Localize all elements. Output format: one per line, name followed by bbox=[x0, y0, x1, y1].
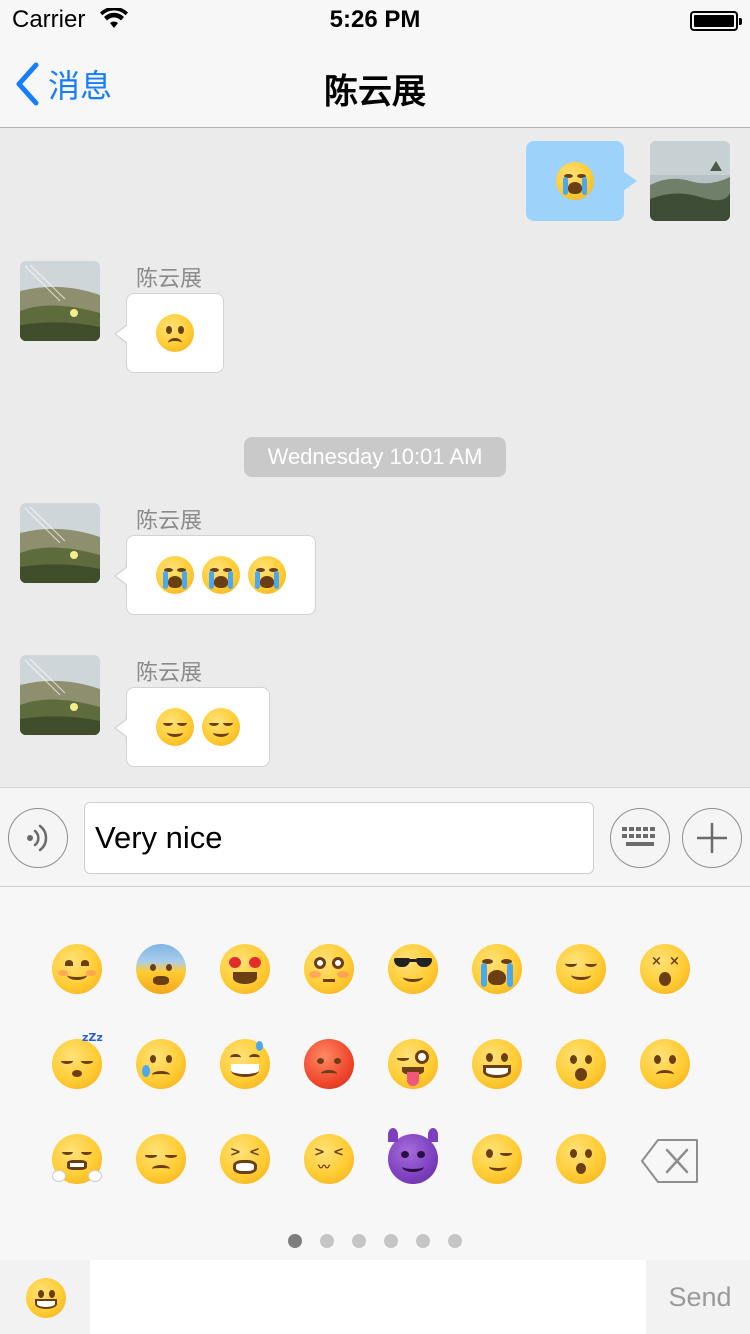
page-dot[interactable] bbox=[448, 1234, 462, 1248]
emoji-key-confounded-face[interactable]: > < 〰 bbox=[299, 1129, 359, 1189]
emoji-key-flushed-face[interactable] bbox=[299, 939, 359, 999]
my-avatar[interactable] bbox=[650, 141, 730, 221]
emoji-key-smiling-face[interactable] bbox=[47, 939, 107, 999]
emoji-key-worried-face[interactable] bbox=[635, 1034, 695, 1094]
emoji-bottom-bar: Send bbox=[0, 1260, 750, 1334]
loudly-crying-face-emoji bbox=[156, 556, 194, 594]
status-time: 5:26 PM bbox=[329, 6, 421, 33]
emoji-key-tired-face[interactable]: > < bbox=[215, 1129, 275, 1189]
page-dot[interactable] bbox=[384, 1234, 398, 1248]
relieved-face-emoji bbox=[156, 708, 194, 746]
page-dot[interactable] bbox=[320, 1234, 334, 1248]
more-button[interactable] bbox=[682, 808, 742, 868]
keyboard-icon bbox=[622, 827, 655, 846]
page-dot[interactable] bbox=[416, 1234, 430, 1248]
sender-name: 陈云展 bbox=[136, 509, 203, 534]
message-input[interactable]: Very nice bbox=[84, 802, 594, 874]
emoji-key-dizzy-face[interactable]: × × bbox=[635, 939, 695, 999]
keyboard-button[interactable] bbox=[610, 808, 670, 868]
send-button[interactable]: Send bbox=[650, 1260, 750, 1334]
contact-avatar[interactable] bbox=[20, 655, 100, 735]
emoji-key-triumph-face[interactable] bbox=[47, 1129, 107, 1189]
page-dot[interactable] bbox=[352, 1234, 366, 1248]
emoji-key-astonished-face[interactable] bbox=[551, 1129, 611, 1189]
emoji-key-sleeping-face[interactable]: zZz bbox=[47, 1031, 107, 1094]
outgoing-message-bubble[interactable] bbox=[526, 141, 637, 221]
loudly-crying-face-emoji bbox=[556, 162, 594, 200]
navigation-bar: 消息 陈云展 bbox=[0, 40, 750, 128]
emoji-key-loudly-crying-face[interactable] bbox=[467, 939, 527, 999]
voice-icon bbox=[27, 824, 48, 852]
incoming-message-bubble[interactable] bbox=[114, 293, 224, 373]
worried-face-emoji bbox=[156, 314, 194, 352]
incoming-message-bubble[interactable] bbox=[114, 535, 316, 615]
relieved-face-emoji bbox=[202, 708, 240, 746]
emoji-key-pouting-face[interactable] bbox=[299, 1034, 359, 1094]
smiley-icon[interactable] bbox=[26, 1278, 66, 1318]
backspace-icon[interactable] bbox=[640, 1137, 700, 1185]
emoji-key-sunglasses-face[interactable] bbox=[383, 939, 443, 999]
emoji-key-winking-tongue-face[interactable] bbox=[383, 1034, 443, 1094]
emoji-key-grinning-sweat-face[interactable] bbox=[215, 1034, 275, 1094]
emoji-key-fearful-face[interactable] bbox=[131, 939, 191, 999]
page-dot[interactable] bbox=[288, 1234, 302, 1248]
status-bar: Carrier 5:26 PM bbox=[0, 0, 750, 40]
emoji-input-field[interactable] bbox=[90, 1260, 646, 1334]
emoji-keyboard: × × zZz > < > < 〰 bbox=[0, 887, 750, 1260]
emoji-key-relieved-face[interactable] bbox=[551, 939, 611, 999]
sender-name: 陈云展 bbox=[136, 267, 203, 292]
sender-name: 陈云展 bbox=[136, 661, 203, 686]
emoji-key-hushed-face[interactable] bbox=[551, 1034, 611, 1094]
incoming-message-bubble[interactable] bbox=[114, 687, 270, 767]
loudly-crying-face-emoji bbox=[202, 556, 240, 594]
contact-avatar[interactable] bbox=[20, 503, 100, 583]
loudly-crying-face-emoji bbox=[248, 556, 286, 594]
emoji-key-smiling-imp[interactable] bbox=[383, 1128, 443, 1189]
page-indicator[interactable] bbox=[0, 1234, 750, 1248]
emoji-key-disappointed-face[interactable] bbox=[131, 1129, 191, 1189]
emoji-key-crying-face[interactable] bbox=[131, 1034, 191, 1094]
emoji-key-winking-face[interactable] bbox=[467, 1129, 527, 1189]
battery-icon bbox=[690, 11, 742, 31]
emoji-key-heart-eyes-face[interactable] bbox=[215, 939, 275, 999]
page-title: 陈云展 bbox=[324, 72, 426, 112]
voice-button[interactable] bbox=[8, 808, 68, 868]
plus-icon bbox=[697, 823, 727, 853]
chat-area[interactable]: 陈云展 Wednesday 10:01 AM 陈云展 陈云展 bbox=[0, 129, 750, 787]
emoji-key-grinning-face[interactable] bbox=[467, 1034, 527, 1094]
timestamp-pill: Wednesday 10:01 AM bbox=[244, 437, 506, 477]
contact-avatar[interactable] bbox=[20, 261, 100, 341]
input-bar: Very nice bbox=[0, 787, 750, 887]
